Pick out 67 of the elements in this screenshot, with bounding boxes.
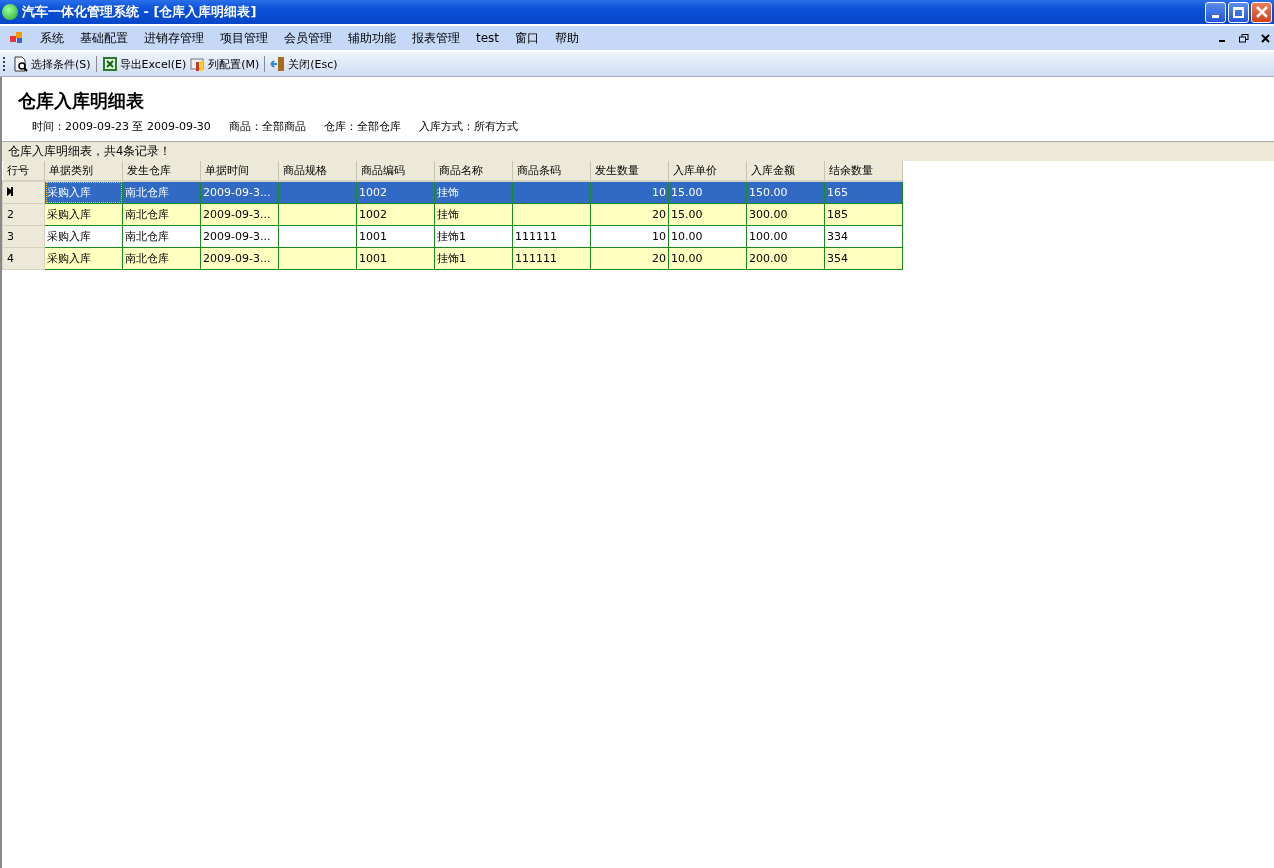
column-header[interactable]: 结余数量 — [824, 161, 903, 181]
column-header[interactable]: 商品条码 — [512, 161, 591, 181]
toolbar-grip — [3, 57, 7, 71]
table-cell: 111111 — [512, 225, 591, 248]
menu-item[interactable]: test — [468, 31, 508, 45]
row-header[interactable]: 3 — [2, 225, 45, 248]
minimize-icon — [1212, 14, 1219, 18]
table-row[interactable]: 4 采购入库 南北仓库 2009-09-3... 1001 挂饰1 111111 20 10.00 200.00 354 — [2, 247, 903, 270]
table-cell: 334 — [824, 225, 903, 248]
filter-text: 商品：全部商品 — [228, 119, 306, 135]
close-button[interactable] — [1251, 1, 1272, 23]
menu-item[interactable]: 进销存管理 — [136, 29, 212, 47]
restore-button[interactable] — [1228, 1, 1249, 23]
table-cell: 采购入库 — [44, 225, 123, 248]
report-title: 仓库入库明细表 — [17, 89, 145, 113]
menu-item[interactable]: 基础配置 — [72, 29, 136, 47]
minimize-button[interactable] — [1205, 1, 1226, 23]
table-row[interactable]: 3 采购入库 南北仓库 2009-09-3... 1001 挂饰1 111111 10 10.00 100.00 334 — [2, 225, 903, 248]
column-header[interactable]: 商品规格 — [278, 161, 357, 181]
current-row-icon — [7, 187, 14, 196]
toolbar-button[interactable]: 列配置(M) — [188, 56, 262, 72]
row-header[interactable]: 4 — [2, 247, 45, 270]
column-header[interactable]: 发生数量 — [590, 161, 669, 181]
table-cell: 1001 — [356, 225, 435, 248]
menu-item[interactable]: 会员管理 — [276, 29, 340, 47]
menu-item[interactable]: 帮助 — [547, 29, 588, 47]
menu-item[interactable]: 报表管理 — [404, 29, 468, 47]
exit-door-icon — [270, 56, 287, 72]
restore-icon — [1233, 6, 1244, 18]
column-header[interactable]: 商品编码 — [356, 161, 435, 181]
restore-icon[interactable] — [1239, 33, 1249, 43]
columns-icon — [190, 56, 207, 72]
record-count-text: 仓库入库明细表，共4条记录！ — [8, 144, 172, 159]
column-header[interactable]: 发生仓库 — [122, 161, 201, 181]
table-cell: 100.00 — [746, 225, 825, 248]
filter-text: 入库方式：所有方式 — [418, 119, 518, 135]
row-header[interactable] — [2, 181, 45, 204]
spreadsheet-icon — [101, 56, 118, 72]
column-header[interactable]: 行号 — [2, 161, 45, 181]
toolbar-button[interactable]: 选择条件(S) — [11, 56, 93, 72]
menu-item[interactable]: 窗口 — [507, 29, 548, 47]
column-header[interactable]: 入库单价 — [668, 161, 747, 181]
filter-text: 仓库：全部仓库 — [323, 119, 401, 135]
window-title: 汽车一体化管理系统 - [仓库入库明细表] — [22, 3, 258, 21]
table-cell: 挂饰1 — [434, 225, 513, 248]
search-icon — [13, 56, 29, 72]
table-cell: 10.00 — [668, 225, 747, 248]
column-header[interactable]: 单据类别 — [44, 161, 123, 181]
column-header[interactable]: 商品名称 — [434, 161, 513, 181]
menu-item[interactable]: 系统 — [32, 29, 72, 47]
app-icon — [2, 4, 18, 20]
filter-text: 时间：2009-09-23 至 2009-09-30 — [32, 119, 211, 135]
table-cell: 2009-09-3... — [200, 225, 279, 248]
table-row[interactable]: 2 采购入库 南北仓库 2009-09-3... 1002 挂饰 20 15.00 300.00 185 — [2, 203, 903, 226]
close-icon[interactable] — [1261, 33, 1270, 43]
column-header[interactable]: 入库金额 — [746, 161, 825, 181]
table-cell: 10 — [590, 225, 669, 248]
row-header[interactable]: 2 — [2, 203, 45, 226]
toolbar-button[interactable]: 关闭(Esc) — [268, 56, 340, 72]
column-header[interactable]: 单据时间 — [200, 161, 279, 181]
table-cell: 南北仓库 — [122, 225, 201, 248]
toolbar-button[interactable]: 导出Excel(E) — [99, 56, 189, 72]
menu-item[interactable]: 辅助功能 — [340, 29, 404, 47]
close-icon — [1254, 5, 1269, 19]
table-row[interactable]: 采购入库 南北仓库 2009-09-3... 1002 挂饰 10 15.00 150.00 165 — [2, 181, 903, 204]
window-menu-icon[interactable] — [10, 32, 24, 44]
menu-item[interactable]: 项目管理 — [212, 29, 276, 47]
